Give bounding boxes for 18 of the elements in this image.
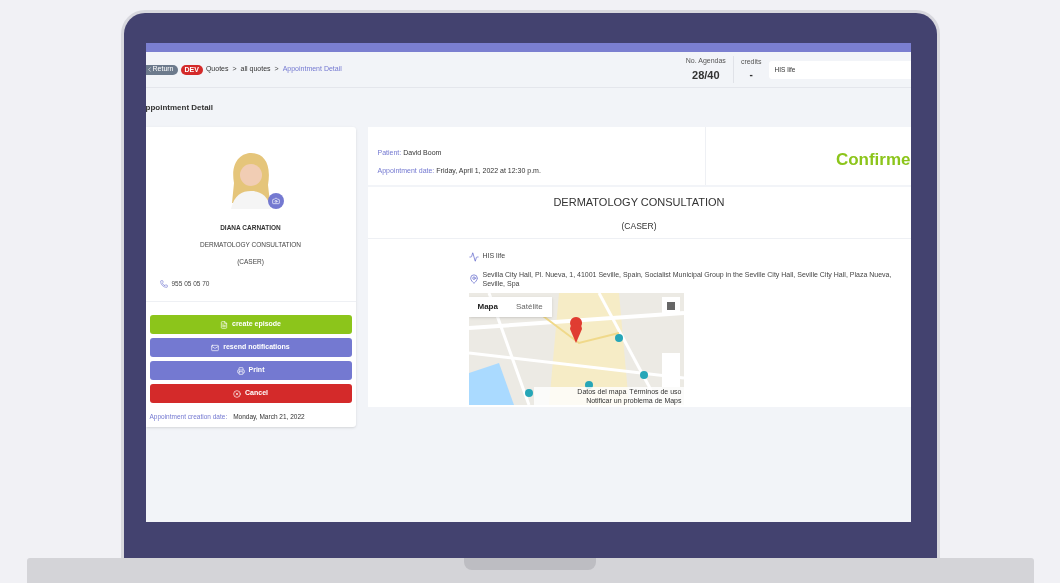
cancel-icon — [233, 389, 241, 398]
status-text: Confirme — [835, 149, 911, 172]
camera-icon — [271, 197, 280, 205]
map-type-tab[interactable]: Satélite — [506, 296, 552, 317]
pulse-icon — [468, 251, 479, 262]
credits-value: - — [749, 68, 753, 83]
agendas-count: 28/40 — [692, 67, 720, 83]
page-title: ppointment Detail — [145, 102, 215, 114]
chevron-left-icon — [145, 66, 153, 73]
service-title: DERMATOLOGY CONSULTATION — [553, 195, 725, 210]
episode-icon — [220, 320, 228, 329]
phone-icon — [159, 280, 168, 289]
map-type-tab[interactable]: Mapa — [468, 296, 507, 317]
service-insurer: (CASER) — [621, 219, 657, 233]
fullscreen-icon — [666, 301, 675, 310]
notify-icon — [211, 343, 220, 352]
print-icon — [236, 366, 245, 375]
location-pin-icon — [468, 273, 479, 284]
